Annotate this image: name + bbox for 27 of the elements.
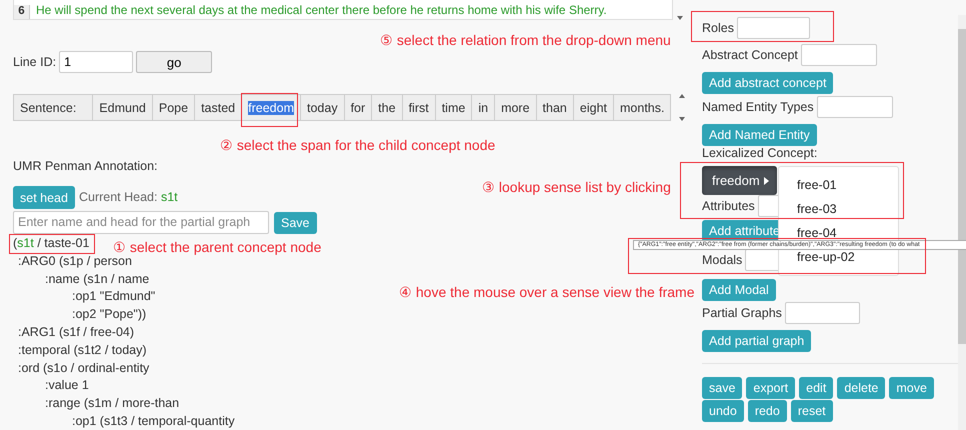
sentence-label: Sentence: xyxy=(13,94,94,121)
instruction-text: ① select the parent concept node xyxy=(113,239,322,255)
attributes-label: Attributes xyxy=(702,200,755,212)
current-head: Current Head: s1t xyxy=(78,191,178,204)
graph-line: :op2 "Pope")) xyxy=(72,306,146,324)
graph-line: :value 1 xyxy=(45,377,89,394)
roles-label: Roles xyxy=(702,22,734,34)
instruction-text: ③ lookup sense list by clicking xyxy=(482,179,671,195)
lexicalized-concept-label: Lexicalized Concept: xyxy=(702,147,818,160)
instruction-text: ④ hove the mouse over a sense view the frame xyxy=(399,284,694,300)
line-id-label: Line ID: xyxy=(13,56,56,68)
instruction-text: ⑤ select the relation from the drop-down menu xyxy=(380,32,671,48)
graph-line: :ARG0 (s1p / person xyxy=(18,252,132,270)
instruction-text: ② select the span for the child concept node xyxy=(220,137,496,153)
modals-label: Modals xyxy=(702,254,742,266)
graph-line: :op1 "Edmund" xyxy=(72,288,156,306)
named-entity-label: Named Entity Types xyxy=(702,100,814,114)
annotation-title: UMR Penman Annotation: xyxy=(13,160,158,173)
graph-line: :op1 (s1t3 / temporal-quantity xyxy=(72,412,235,430)
abstract-concept-label: Abstract Concept xyxy=(702,48,798,62)
row-number: 6 xyxy=(14,5,30,19)
graph-line: :name (s1n / name xyxy=(45,270,150,288)
graph-line: :temporal (s1t2 / today) xyxy=(18,342,147,359)
graph-line: :ARG1 (s1f / free-04) xyxy=(18,324,134,341)
graph-line: :range (s1m / more-than xyxy=(45,395,180,412)
partial-graphs-label: Partial Graphs xyxy=(702,306,782,320)
graph-line: :ord (s1o / ordinal-entity xyxy=(18,360,150,377)
